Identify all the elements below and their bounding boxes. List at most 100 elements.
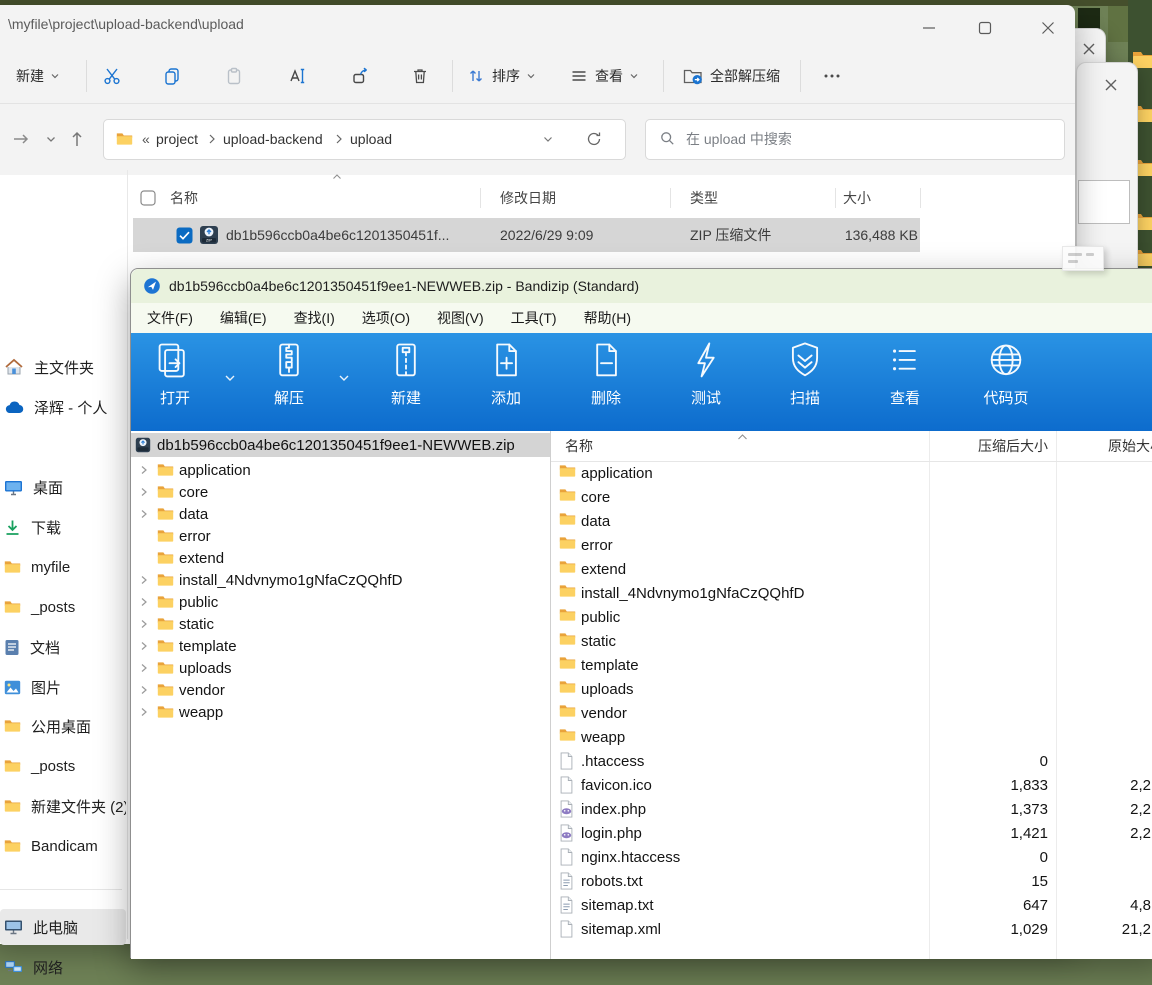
list-row-data[interactable]: data [551,509,1152,533]
bandizip-open-button[interactable]: 打开 [139,339,211,427]
tree-item-static[interactable]: static [131,613,551,635]
bandizip-codepage-button[interactable]: 代码页 [970,339,1042,427]
breadcrumb-prefix[interactable]: « [142,120,150,157]
chevron-down-icon[interactable] [223,371,237,385]
tree-item-data[interactable]: data [131,503,551,525]
sidebar-item-document[interactable]: 文档 [0,629,126,665]
maximize-button[interactable] [970,15,1000,41]
list-row-login.php[interactable]: login.php1,4212,2 [551,821,1152,845]
list-row-core[interactable]: core [551,485,1152,509]
tree-item-extend[interactable]: extend [131,547,551,569]
sidebar-item-download[interactable]: 下载 [0,509,126,545]
more-button[interactable] [812,58,852,94]
refresh-button[interactable] [586,120,602,157]
tree-item-application[interactable]: application [131,459,551,481]
list-row-sitemap.txt[interactable]: sitemap.txt6474,8 [551,893,1152,917]
tree-item-core[interactable]: core [131,481,551,503]
share-button[interactable] [340,58,380,94]
chevron-right-icon[interactable] [139,685,155,695]
chevron-right-icon[interactable] [139,575,155,585]
copy-button[interactable] [152,58,192,94]
file-row-zip[interactable]: ZIP db1b596ccb0a4be6c1201350451f... 2022… [133,218,920,252]
column-modified[interactable]: 修改日期 [500,181,556,215]
column-type[interactable]: 类型 [690,181,718,215]
close-button[interactable] [1033,15,1063,41]
sidebar-item-onedrive[interactable]: 泽辉 - 个人 [0,389,126,425]
minimize-button[interactable] [914,15,944,41]
search-input[interactable]: 在 upload 中搜索 [645,119,1065,160]
bandizip-test-button[interactable]: 测试 [670,339,742,427]
bandizip-del-button[interactable]: 删除 [570,339,642,427]
chevron-right-icon[interactable] [139,641,155,651]
breadcrumb-project[interactable]: project [156,120,198,157]
menu-item[interactable]: 编辑(E) [220,308,267,328]
bandizip-scan-button[interactable]: 扫描 [769,339,841,427]
list-row-static[interactable]: static [551,629,1152,653]
tree-item-vendor[interactable]: vendor [131,679,551,701]
menu-item[interactable]: 视图(V) [437,308,484,328]
tree-item-error[interactable]: error [131,525,551,547]
list-row-nginx.htaccess[interactable]: nginx.htaccess0 [551,845,1152,869]
list-row-index.php[interactable]: index.php1,3732,2 [551,797,1152,821]
forward-button[interactable] [8,126,34,152]
chevron-right-icon[interactable] [139,597,155,607]
sidebar-item-network[interactable]: 网络 [0,949,126,985]
chevron-right-icon[interactable] [139,465,155,475]
cut-button[interactable] [92,58,132,94]
chevron-down-icon[interactable] [337,371,351,385]
list-row-uploads[interactable]: uploads [551,677,1152,701]
close-button[interactable] [1081,41,1097,57]
sidebar-item-pictures[interactable]: 图片 [0,669,126,705]
select-all-checkbox[interactable] [140,181,156,215]
tree-item-public[interactable]: public [131,591,551,613]
address-dropdown-icon[interactable] [542,120,554,157]
menu-item[interactable]: 工具(T) [511,308,557,328]
bandizip-extract-button[interactable]: 解压 [253,339,325,427]
column-name[interactable]: 名称 [565,431,593,461]
menu-item[interactable]: 帮助(H) [584,308,631,328]
sidebar-item-myfile[interactable]: myfile [0,549,126,585]
list-row-sitemap.xml[interactable]: sitemap.xml1,02921,2 [551,917,1152,941]
column-size[interactable]: 大小 [843,181,871,215]
list-row-template[interactable]: template [551,653,1152,677]
close-button[interactable] [1103,77,1119,93]
tree-item-template[interactable]: template [131,635,551,657]
list-row-public[interactable]: public [551,605,1152,629]
list-row-vendor[interactable]: vendor [551,701,1152,725]
address-bar[interactable]: « project upload-backend upload [103,119,626,160]
menu-item[interactable]: 选项(O) [362,308,410,328]
paste-button[interactable] [214,58,254,94]
tree-item-install_4Ndvnymo1gNfaCzQQhfD[interactable]: install_4Ndvnymo1gNfaCzQQhfD [131,569,551,591]
bandizip-newarc-button[interactable]: 新建 [370,339,442,427]
menu-item[interactable]: 文件(F) [147,308,193,328]
list-row-error[interactable]: error [551,533,1152,557]
breadcrumb-upload[interactable]: upload [350,120,392,157]
list-row-application[interactable]: application [551,461,1152,485]
bandizip-add-button[interactable]: 添加 [470,339,542,427]
tree-item-weapp[interactable]: weapp [131,701,551,723]
column-packed[interactable]: 压缩后大小 [911,431,1048,461]
bandizip-viewlist-button[interactable]: 查看 [869,339,941,427]
tree-item-uploads[interactable]: uploads [131,657,551,679]
list-row-.htaccess[interactable]: .htaccess0 [551,749,1152,773]
delete-button[interactable] [400,58,440,94]
view-button[interactable]: 查看 [565,58,643,94]
sidebar-item-Bandicam[interactable]: Bandicam [0,828,126,864]
new-button[interactable]: 新建 [12,58,64,94]
list-row-robots.txt[interactable]: robots.txt15 [551,869,1152,893]
sidebar-item-desktop[interactable]: 桌面 [0,469,126,505]
extract-all-button[interactable]: 全部解压缩 [678,58,784,94]
sidebar-item-公用桌面[interactable]: 公用桌面 [0,708,126,744]
sort-button[interactable]: 排序 [462,58,540,94]
menu-item[interactable]: 查找(I) [294,308,335,328]
chevron-right-icon[interactable] [139,707,155,717]
sidebar-item-home[interactable]: 主文件夹 [0,349,126,385]
column-name[interactable]: 名称 [170,181,198,215]
list-row-favicon.ico[interactable]: favicon.ico1,8332,2 [551,773,1152,797]
row-checkbox[interactable] [176,218,193,252]
list-row-install_4Ndvnymo1gNfaCzQQhfD[interactable]: install_4Ndvnymo1gNfaCzQQhfD [551,581,1152,605]
sidebar-item-pc[interactable]: 此电脑 [0,909,126,945]
rename-button[interactable] [277,58,317,94]
list-row-extend[interactable]: extend [551,557,1152,581]
chevron-right-icon[interactable] [139,663,155,673]
